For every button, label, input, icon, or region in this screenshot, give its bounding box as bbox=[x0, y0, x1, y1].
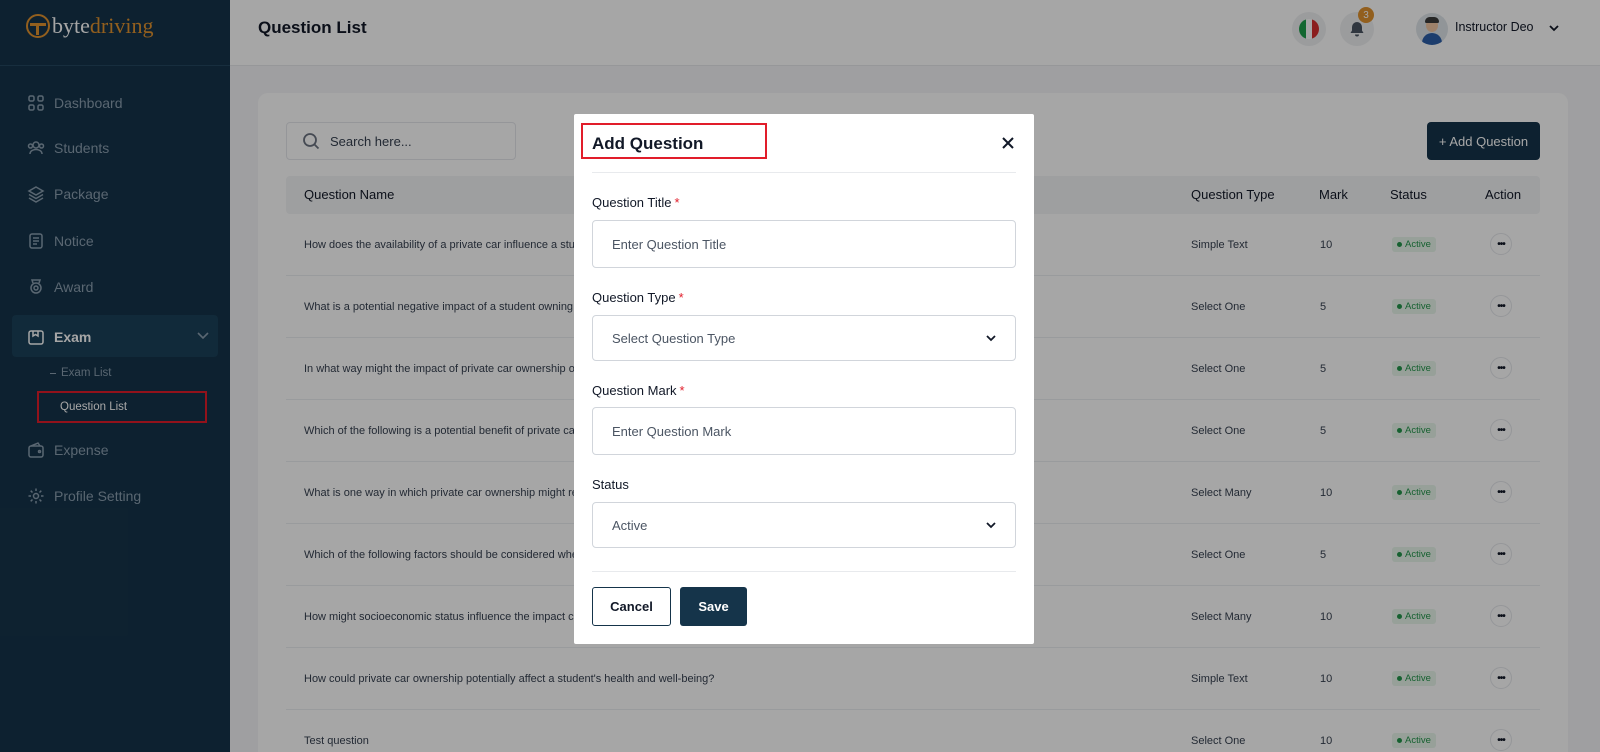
highlight-box-modal-title bbox=[581, 123, 767, 159]
question-type-select[interactable]: Select Question Type bbox=[592, 315, 1016, 361]
question-title-label: Question Title * bbox=[592, 195, 680, 210]
add-question-modal: Add Question Question Title* Question Ty… bbox=[574, 114, 1034, 644]
question-type-value: Select Question Type bbox=[612, 330, 736, 346]
chevron-down-icon bbox=[985, 332, 997, 344]
modal-divider bbox=[592, 172, 1016, 173]
question-type-label: Question Type * bbox=[592, 290, 684, 305]
chevron-down-icon bbox=[985, 519, 997, 531]
question-title-field[interactable] bbox=[592, 220, 1016, 268]
save-button[interactable]: Save bbox=[680, 587, 747, 626]
question-title-input[interactable] bbox=[612, 236, 992, 252]
required-asterisk: * bbox=[679, 383, 685, 398]
question-mark-label: Question Mark * bbox=[592, 383, 685, 398]
required-asterisk: * bbox=[674, 195, 680, 210]
question-mark-field[interactable] bbox=[592, 407, 1016, 455]
close-icon[interactable] bbox=[1002, 136, 1014, 149]
status-label: Status bbox=[592, 477, 629, 492]
status-select[interactable]: Active bbox=[592, 502, 1016, 548]
status-value: Active bbox=[612, 517, 648, 533]
modal-divider bbox=[592, 571, 1016, 572]
cancel-button[interactable]: Cancel bbox=[592, 587, 671, 626]
question-mark-input[interactable] bbox=[612, 423, 992, 439]
required-asterisk: * bbox=[678, 290, 684, 305]
